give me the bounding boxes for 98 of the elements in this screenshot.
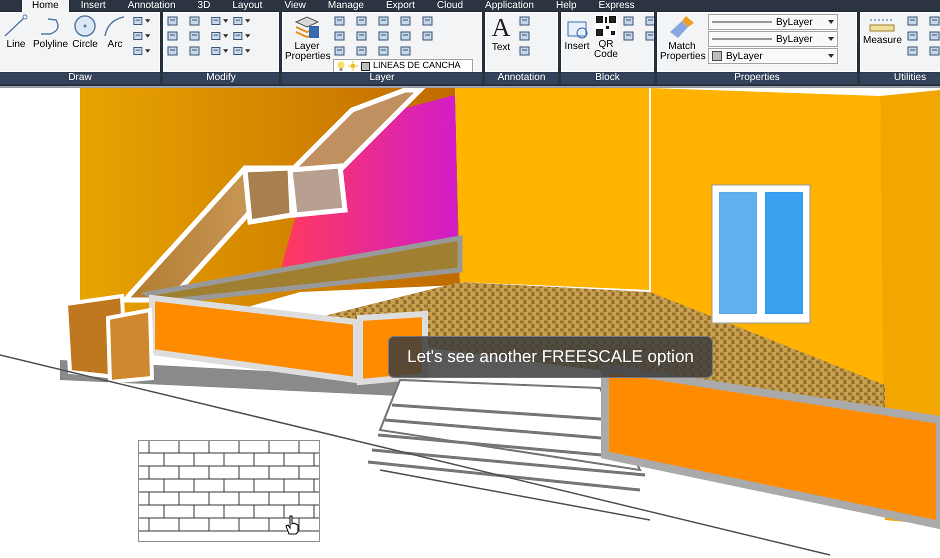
caret-icon[interactable] — [222, 19, 228, 23]
tool-icon[interactable] — [644, 29, 654, 43]
tool-icon[interactable] — [421, 29, 435, 43]
caret-icon[interactable] — [222, 34, 228, 38]
panel-title[interactable]: Layer — [282, 72, 482, 84]
tool-button[interactable]: Circle — [72, 14, 98, 50]
circle-icon — [72, 14, 98, 38]
tool-icon[interactable] — [377, 14, 391, 28]
tool-icon[interactable] — [377, 29, 391, 43]
tool-icon[interactable] — [333, 44, 347, 58]
ribbon-tab[interactable]: Annotation — [118, 0, 186, 12]
tool-icon[interactable] — [232, 29, 245, 43]
caption-tooltip: Let's see another FREESCALE option — [388, 336, 713, 378]
tool-icon[interactable] — [928, 14, 940, 28]
property-dropdown[interactable]: ByLayer — [708, 14, 838, 30]
ribbon-tab[interactable]: Application — [475, 0, 544, 12]
tool-icon[interactable] — [622, 29, 636, 43]
tool-icon[interactable] — [355, 14, 369, 28]
tool-icon[interactable] — [333, 29, 347, 43]
caret-icon[interactable] — [244, 49, 250, 53]
tool-button[interactable]: Insert — [564, 14, 590, 52]
tool-icon[interactable] — [399, 14, 413, 28]
tool-icon[interactable] — [188, 44, 202, 58]
tool-icon[interactable] — [928, 44, 940, 58]
caret-icon[interactable] — [144, 19, 150, 23]
sun-icon — [348, 61, 358, 71]
paintbrush-icon — [668, 14, 696, 40]
panel-title[interactable]: Block — [561, 72, 654, 84]
text-tool-button[interactable]: A Text — [488, 14, 514, 53]
ribbon-tab[interactable]: Manage — [318, 0, 374, 12]
caret-icon[interactable] — [244, 19, 250, 23]
tool-icon[interactable] — [355, 44, 369, 58]
tool-icon[interactable] — [518, 29, 532, 43]
panel-title[interactable]: Draw — [0, 72, 160, 84]
ribbon-tab[interactable]: Cloud — [426, 0, 474, 12]
ribbon-tab[interactable]: Layout — [222, 0, 272, 12]
caret-icon[interactable] — [144, 34, 150, 38]
tool-button[interactable]: Match Properties — [660, 14, 704, 62]
line-sample-icon — [712, 37, 772, 41]
panel-title[interactable]: Annotation — [485, 72, 558, 84]
tool-icon[interactable] — [906, 44, 920, 58]
ribbon-tab[interactable]: 3D — [188, 0, 220, 12]
tool-button[interactable]: QR Code — [594, 14, 618, 60]
ribbon-tab[interactable]: View — [274, 0, 316, 12]
tool-icon[interactable] — [210, 14, 223, 28]
tool-icon[interactable] — [232, 44, 245, 58]
line-sample-icon — [712, 20, 772, 24]
tool-icon[interactable] — [399, 29, 413, 43]
property-dropdown[interactable]: ByLayer — [708, 31, 838, 47]
tool-icon[interactable] — [166, 44, 180, 58]
ribbon-tab[interactable]: Help — [546, 0, 587, 12]
tool-icon[interactable] — [166, 14, 180, 28]
panel-title[interactable]: Utilities — [860, 72, 940, 84]
ribbon-tab[interactable]: Express — [588, 0, 645, 12]
tool-icon[interactable] — [132, 29, 145, 43]
ribbon-tab[interactable]: Export — [376, 0, 425, 12]
tool-button[interactable]: Measure — [863, 14, 902, 46]
tool-icon[interactable] — [355, 29, 369, 43]
color-swatch-icon — [712, 51, 722, 61]
caret-icon[interactable] — [222, 49, 228, 53]
tool-icon[interactable] — [518, 44, 532, 58]
tool-icon[interactable] — [166, 29, 180, 43]
caret-icon[interactable] — [144, 49, 150, 53]
layers-icon — [294, 14, 320, 40]
property-dropdown[interactable]: ByLayer — [708, 48, 838, 64]
tool-button[interactable]: Layer Properties — [285, 14, 329, 62]
tool-icon[interactable] — [210, 29, 223, 43]
tool-icon[interactable] — [518, 14, 532, 28]
tool-icon[interactable] — [906, 14, 920, 28]
ribbon-tab[interactable]: Insert — [70, 0, 116, 12]
tool-icon[interactable] — [188, 14, 202, 28]
tool-icon[interactable] — [622, 14, 636, 28]
tool-icon[interactable] — [928, 29, 940, 43]
panel-title[interactable]: Modify — [163, 72, 279, 84]
tool-icon[interactable] — [132, 14, 145, 28]
tool-button[interactable]: Polyline — [33, 14, 68, 50]
panel-title[interactable]: Properties — [657, 72, 857, 84]
hand-cursor-icon — [284, 514, 300, 536]
lightbulb-icon — [337, 61, 345, 71]
tool-icon[interactable] — [377, 44, 391, 58]
ribbon-tab[interactable]: Home — [22, 0, 69, 12]
caret-icon[interactable] — [828, 37, 834, 41]
tool-icon[interactable] — [906, 29, 920, 43]
layer-dropdown[interactable]: LINEAS DE CANCHA — [333, 59, 473, 72]
tool-icon[interactable] — [333, 14, 347, 28]
tool-button[interactable]: Line — [3, 14, 29, 50]
tool-icon[interactable] — [644, 14, 654, 28]
tool-icon[interactable] — [232, 14, 245, 28]
tool-icon[interactable] — [421, 14, 435, 28]
caret-icon[interactable] — [828, 20, 834, 24]
tool-icon[interactable] — [210, 44, 223, 58]
caret-icon[interactable] — [244, 34, 250, 38]
color-swatch-icon — [361, 62, 370, 70]
tool-icon[interactable] — [188, 29, 202, 43]
tool-icon[interactable] — [132, 44, 145, 58]
tool-button[interactable]: Arc — [102, 14, 128, 50]
tool-icon[interactable] — [399, 44, 413, 58]
caret-icon[interactable] — [828, 54, 834, 58]
